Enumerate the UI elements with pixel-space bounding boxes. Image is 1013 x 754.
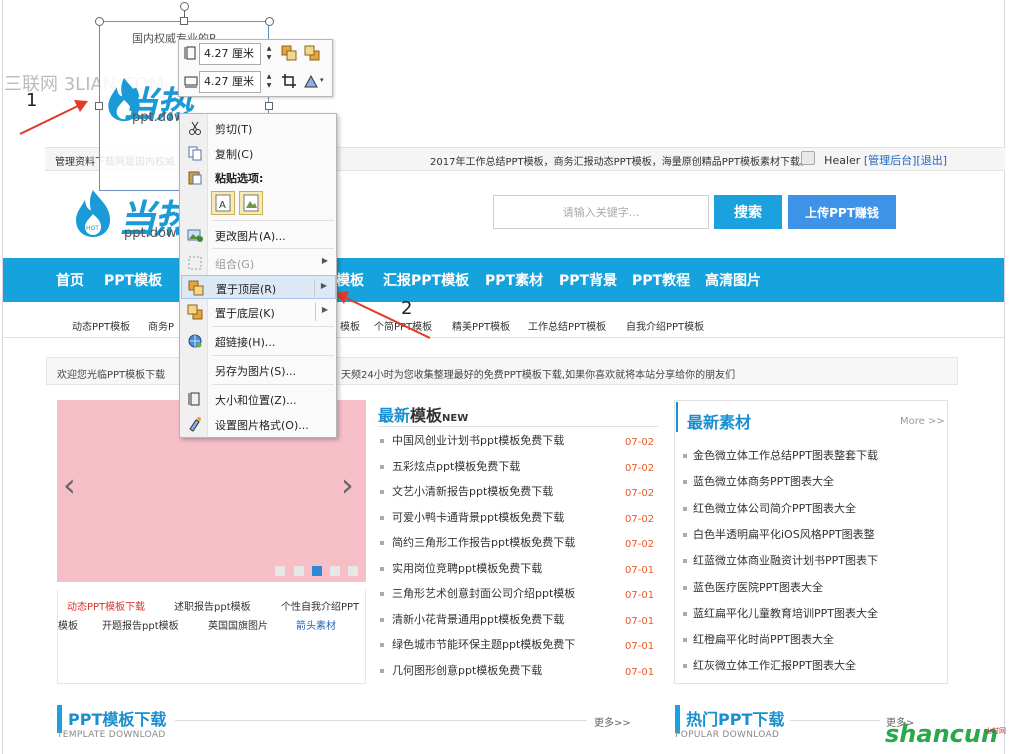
menu-item-save-as-picture[interactable]: 另存为图片(S)... <box>181 358 336 382</box>
submenu-split <box>315 303 316 321</box>
menu-separator <box>212 355 334 356</box>
picture-styles-dropdown-icon[interactable]: ▾ <box>320 76 324 84</box>
scissors-icon <box>189 121 201 135</box>
menu-item-paste-options: 粘贴选项: <box>181 165 336 189</box>
change-picture-icon <box>187 229 203 242</box>
copy-icon <box>188 146 202 161</box>
menu-item-bring-to-front[interactable]: 置于顶层(R) ▶ <box>181 275 336 299</box>
globe-link-icon <box>188 334 202 348</box>
menu-item-group: 组合(G) ▶ <box>181 251 336 275</box>
paste-picture-option[interactable] <box>239 191 263 215</box>
submenu-split <box>314 279 315 297</box>
svg-text:A: A <box>219 200 226 211</box>
shape-height-icon <box>184 46 196 60</box>
submenu-arrow-icon[interactable]: ▶ <box>321 281 327 290</box>
paste-icon <box>188 171 202 185</box>
menu-separator <box>212 220 334 221</box>
submenu-arrow-icon[interactable]: ▶ <box>322 305 328 314</box>
bring-to-front-icon <box>188 280 204 296</box>
menu-separator <box>212 248 334 249</box>
format-picture-icon <box>189 417 201 432</box>
annotation-arrows <box>19 100 431 339</box>
bring-forward-icon[interactable] <box>281 45 297 61</box>
shancun-logo-sub: 山村网 <box>985 727 1006 735</box>
paste-text-icon: A <box>215 194 231 212</box>
menu-item-copy[interactable]: 复制(C) <box>181 141 336 165</box>
menu-item-cut[interactable]: 剪切(T) <box>181 116 336 140</box>
menu-separator <box>212 384 334 385</box>
menu-item-hyperlink[interactable]: 超链接(H)... <box>181 329 336 353</box>
menu-item-change-picture[interactable]: 更改图片(A)... <box>181 223 336 247</box>
picture-mini-toolbar: 4.27 厘米 ▲ ▼ 4.27 厘米 ▲ ▼ ▾ <box>178 39 333 97</box>
menu-item-size-position[interactable]: 大小和位置(Z)... <box>181 387 336 411</box>
browser-page: 管理资料下载网是国内权威2017年工作总结PPT模板，商务汇报动态PPT模板，海… <box>0 0 1013 754</box>
send-backward-icon[interactable] <box>304 45 320 61</box>
picture-styles-icon[interactable] <box>303 73 319 89</box>
shape-width-icon <box>184 76 198 88</box>
annotation-number-2: 2 <box>401 298 413 319</box>
width-spinner[interactable]: 4.27 厘米 <box>199 71 261 93</box>
height-value: 4.27 厘米 <box>204 47 254 60</box>
width-spin-arrows-icon[interactable]: ▲ ▼ <box>264 72 274 90</box>
submenu-arrow-icon: ▶ <box>321 256 328 265</box>
size-position-icon <box>188 392 200 406</box>
menu-item-format-picture[interactable]: 设置图片格式(O)... <box>181 412 336 436</box>
context-menu: 剪切(T) 复制(C) 粘贴选项: A 更改图片(A)... 组合(G) ▶ 置… <box>179 113 337 438</box>
menu-separator <box>212 326 334 327</box>
paste-picture-icon <box>243 194 259 212</box>
annotation-number-1: 1 <box>26 90 38 111</box>
width-value: 4.27 厘米 <box>204 75 254 88</box>
height-spinner[interactable]: 4.27 厘米 <box>199 43 261 65</box>
paste-keep-text-option[interactable]: A <box>211 191 235 215</box>
shancun-logo: shancun <box>885 720 999 748</box>
crop-icon[interactable] <box>281 73 297 89</box>
group-icon <box>188 256 202 270</box>
send-to-back-icon <box>187 304 203 320</box>
menu-item-send-to-back[interactable]: 置于底层(K) ▶ <box>181 300 336 324</box>
height-spin-arrows-icon[interactable]: ▲ ▼ <box>264 44 274 62</box>
